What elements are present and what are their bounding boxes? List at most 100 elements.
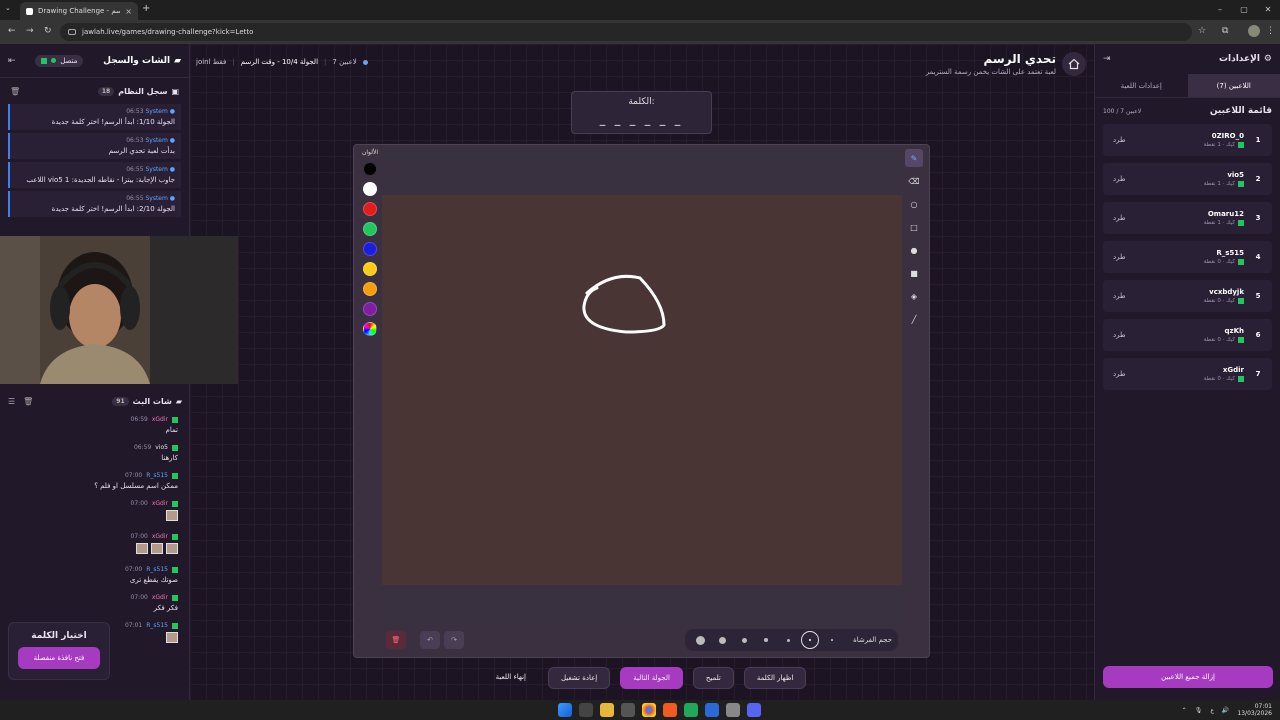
brush-size-active[interactable] xyxy=(801,631,820,649)
collapse-panel-icon[interactable]: ⇥ xyxy=(1103,54,1111,64)
remove-all-players-button[interactable]: إزالة جميع اللاعبين xyxy=(1103,666,1273,688)
filled-square-icon[interactable]: ■ xyxy=(905,264,923,282)
new-tab-icon[interactable]: + xyxy=(142,3,150,14)
filled-circle-icon[interactable]: ● xyxy=(905,241,923,259)
kick-icon xyxy=(172,533,178,540)
players-count: 7 لاعبين xyxy=(332,58,357,66)
chat-message: 07:00 xGdir xyxy=(12,533,178,556)
trash-icon[interactable]: 🗑 xyxy=(10,87,20,96)
forward-icon[interactable]: → xyxy=(26,26,34,36)
color-swatch[interactable] xyxy=(363,202,377,216)
kick-player-button[interactable]: طرد xyxy=(1113,175,1126,183)
app-root: ⇤ متصل الشات والسجل ▰ 🗑 18 سجل النظام ▣ … xyxy=(0,44,1280,700)
back-icon[interactable]: ← xyxy=(8,26,16,36)
profile-avatar[interactable] xyxy=(1248,25,1260,37)
emote-image xyxy=(166,543,178,554)
drawing-canvas[interactable] xyxy=(382,195,902,585)
color-swatch[interactable] xyxy=(363,182,377,196)
kick-player-button[interactable]: طرد xyxy=(1113,331,1126,339)
drawing-area xyxy=(382,149,902,627)
circle-icon[interactable]: ○ xyxy=(905,195,923,213)
kick-player-button[interactable]: طرد xyxy=(1113,292,1126,300)
brush-size-xs[interactable] xyxy=(779,631,797,649)
url-field[interactable]: jawlah.live/games/drawing-challenge?kick… xyxy=(60,23,1192,41)
chat-text: كارهنا xyxy=(161,454,178,462)
app-icon[interactable] xyxy=(684,703,698,717)
kick-icon xyxy=(1238,220,1244,226)
end-game-button[interactable]: إنهاء اللعبة xyxy=(484,667,538,689)
extensions-icon[interactable]: ⧉ xyxy=(1222,26,1228,36)
reload-icon[interactable]: ↻ xyxy=(44,26,52,36)
system-log-title: 18 سجل النظام ▣ xyxy=(97,86,179,96)
chat-message: 07:00 xGdir فكر فكر xyxy=(12,594,178,612)
minimize-icon[interactable]: – xyxy=(1208,0,1232,20)
maximize-icon[interactable]: ▢ xyxy=(1232,0,1256,20)
app-icon[interactable] xyxy=(726,703,740,717)
browser-menu-icon[interactable]: ⋮ xyxy=(1266,26,1275,36)
redo-button[interactable]: ↷ xyxy=(444,631,464,649)
fill-icon[interactable]: ◈ xyxy=(905,287,923,305)
brush-size-s[interactable] xyxy=(757,631,775,649)
language-icon[interactable]: ع xyxy=(1210,707,1214,714)
brush-size-m[interactable] xyxy=(735,631,753,649)
chat-time: 07:00 xyxy=(130,500,148,507)
tab-game-settings[interactable]: إعدادات اللعبة xyxy=(1095,74,1188,97)
color-swatch[interactable] xyxy=(363,222,377,236)
square-icon[interactable]: □ xyxy=(905,218,923,236)
chrome-icon[interactable] xyxy=(642,703,656,717)
open-popup-button[interactable]: فتح نافذة منفصلة xyxy=(18,647,100,669)
site-info-icon[interactable] xyxy=(68,29,76,35)
bookmark-star-icon[interactable]: ☆ xyxy=(1198,26,1206,36)
trash-icon[interactable]: 🗑 xyxy=(23,397,33,406)
tab-close-icon[interactable]: × xyxy=(125,7,132,16)
custom-color-picker[interactable] xyxy=(363,322,377,336)
tab-menu-icon[interactable]: ⌄ xyxy=(5,4,11,12)
undo-button[interactable]: ↶ xyxy=(420,631,440,649)
file-explorer-icon[interactable] xyxy=(600,703,614,717)
system-log-text: الجولة 1/10: ابدأ الرسم! اختر كلمة جديدة xyxy=(51,118,175,126)
color-swatch[interactable] xyxy=(363,262,377,276)
color-swatch[interactable] xyxy=(363,302,377,316)
kick-player-button[interactable]: طرد xyxy=(1113,370,1126,378)
close-window-icon[interactable]: ✕ xyxy=(1256,0,1280,20)
mic-icon[interactable]: 🎙 xyxy=(1195,707,1203,714)
color-swatch[interactable] xyxy=(363,242,377,256)
restart-button[interactable]: إعادة تشغيل xyxy=(548,667,611,689)
clear-canvas-button[interactable]: 🗑 xyxy=(386,631,406,649)
brush-size-min[interactable] xyxy=(823,631,841,649)
clock[interactable]: 07:01 13/03/2026 xyxy=(1237,703,1272,717)
tab-players[interactable]: اللاعبين (7) xyxy=(1187,74,1280,97)
color-swatch[interactable] xyxy=(363,282,377,296)
kick-player-button[interactable]: طرد xyxy=(1113,214,1126,222)
system-log-meta: 06:55 System ● xyxy=(126,195,175,202)
system-log-list: 06:53 System ● الجولة 1/10: ابدأ الرسم! ا… xyxy=(0,104,189,217)
browser-tab[interactable]: Drawing Challenge - تحدي الرسم × xyxy=(20,2,138,20)
kick-player-button[interactable]: طرد xyxy=(1113,136,1126,144)
kick-icon xyxy=(1238,376,1244,382)
player-row: طرد Omaru12 كيك · 1 نقطة 3 xyxy=(1103,202,1272,234)
brush-size-l[interactable] xyxy=(713,631,731,649)
pen-icon[interactable]: ✎ xyxy=(905,149,923,167)
color-swatch[interactable] xyxy=(363,162,377,176)
brush-size-xl[interactable] xyxy=(691,631,709,649)
brave-icon[interactable] xyxy=(663,703,677,717)
hint-button[interactable]: تلميح xyxy=(692,667,734,689)
kick-player-button[interactable]: طرد xyxy=(1113,253,1126,261)
collapse-panel-icon[interactable]: ⇤ xyxy=(8,56,16,66)
online-dot-icon xyxy=(51,58,57,63)
next-round-button[interactable]: الجولة التالية xyxy=(620,667,683,689)
chat-username: vio5 xyxy=(155,444,168,451)
tray-chevron-icon[interactable]: ⌃ xyxy=(1182,707,1187,714)
show-word-button[interactable]: اظهار الكلمة xyxy=(743,667,807,689)
store-icon[interactable] xyxy=(621,703,635,717)
home-button[interactable] xyxy=(1062,52,1086,76)
player-row: طرد xGdir كيك · 0 نقطة 7 xyxy=(1103,358,1272,390)
line-icon[interactable]: ╱ xyxy=(905,310,923,328)
search-icon[interactable] xyxy=(579,703,593,717)
filter-icon[interactable]: ☰ xyxy=(8,397,15,406)
app-icon[interactable] xyxy=(705,703,719,717)
discord-icon[interactable] xyxy=(747,703,761,717)
start-menu-icon[interactable] xyxy=(558,703,572,717)
eraser-icon[interactable]: ⌫ xyxy=(905,172,923,190)
volume-icon[interactable]: 🔊 xyxy=(1222,707,1229,714)
